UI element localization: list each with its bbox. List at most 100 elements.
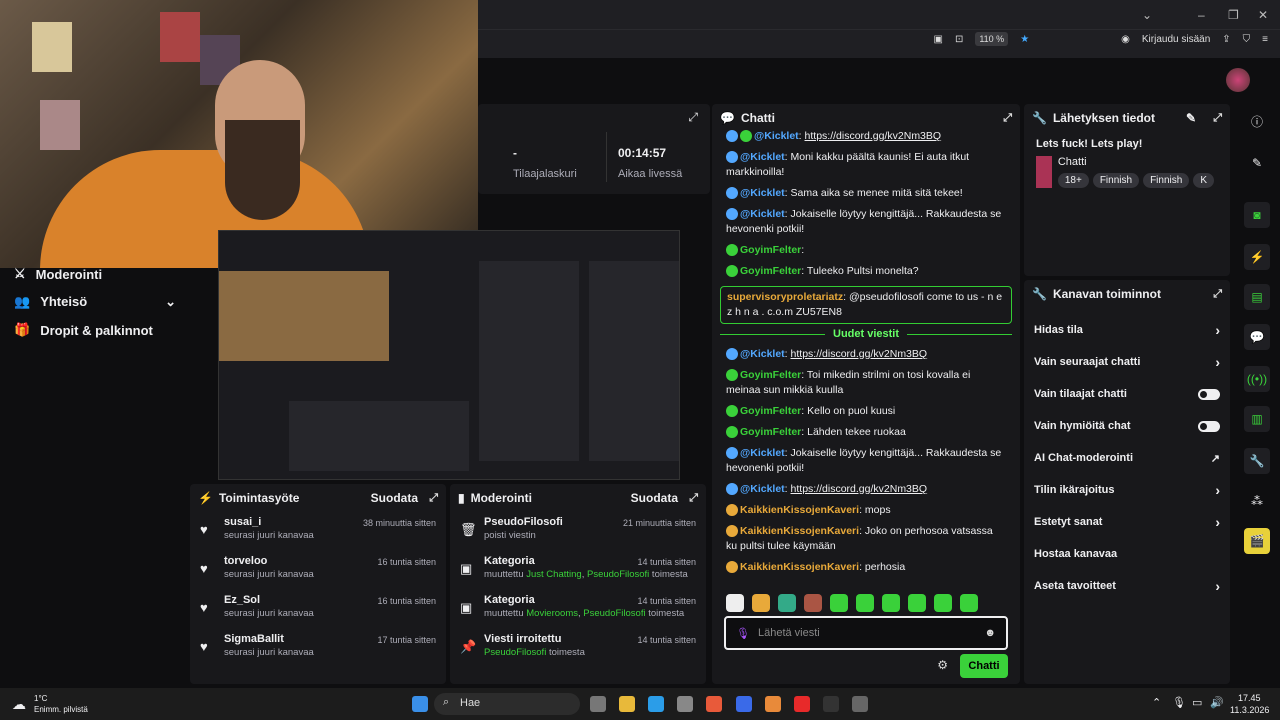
windows-start-icon[interactable] (412, 696, 428, 712)
expand-icon[interactable]: ⤢ (1213, 288, 1222, 301)
activity-row[interactable]: ♥ SigmaBallit seurasi juuri kanavaa 17 tunt… (190, 629, 446, 668)
tag[interactable]: Finnish (1092, 173, 1140, 188)
activity-row[interactable]: ♥ susai_i seurasi juuri kanavaa 38 minuutti… (190, 512, 446, 551)
channel-action-row[interactable]: Aseta tavoitteet › (1024, 570, 1230, 602)
filter-button[interactable]: Suodata (631, 491, 678, 505)
chat-username[interactable]: @Kicklet (740, 447, 785, 459)
edit-icon[interactable]: ✎ (1186, 111, 1196, 125)
chat-username[interactable]: GoyimFelter (740, 369, 801, 381)
activity-row[interactable]: ♥ Ez_Sol seurasi juuri kanavaa 16 tuntia si… (190, 590, 446, 629)
emote-icon[interactable] (726, 594, 744, 612)
task-view-icon[interactable] (590, 696, 606, 712)
moderation-row[interactable]: ▣ Kategoria muuttettu Just Chatting, Pseud… (450, 551, 706, 590)
stream-preview[interactable] (218, 230, 680, 480)
login-button[interactable]: Kirjaudu sisään (1142, 34, 1210, 45)
nav-community[interactable]: 👥 Yhteisö ⌄ (0, 288, 190, 316)
chat-username[interactable]: @Kicklet (740, 483, 785, 495)
edit-icon[interactable]: ✎ (1244, 150, 1270, 176)
chat-bubble-icon[interactable]: 💬 (1244, 324, 1270, 350)
chat-username[interactable]: GoyimFelter (740, 405, 801, 417)
clapperboard-icon[interactable]: 🎬 (1244, 528, 1270, 554)
emote-icon[interactable] (882, 594, 900, 612)
discord-link[interactable]: https://discord.gg/kv2Nm3BQ (791, 348, 928, 360)
apps-icon[interactable]: ⁂ (1244, 488, 1270, 514)
emote-icon[interactable] (934, 594, 952, 612)
chat-username[interactable]: @Kicklet (740, 348, 785, 360)
save-icon[interactable]: ⊡ (955, 34, 963, 45)
maximize-icon[interactable]: ❐ (1228, 8, 1239, 22)
expand-icon[interactable]: ⤢ (1003, 112, 1012, 125)
moderation-row[interactable]: ▣ Kategoria muuttettu Movierooms, PseudoFi… (450, 590, 706, 629)
activity-row[interactable]: ♥ torveloo seurasi juuri kanavaa 16 tuntia … (190, 551, 446, 590)
chat-username[interactable]: KaikkienKissojenKaveri (740, 504, 859, 516)
picture-in-picture-icon[interactable]: ▣ (933, 34, 942, 45)
account-icon[interactable]: ◉ (1121, 34, 1130, 45)
chat-username[interactable]: @Kicklet (740, 187, 785, 199)
store-icon[interactable] (677, 696, 693, 712)
weather-desc[interactable]: Enimm. pilvistä (34, 705, 88, 714)
server-icon[interactable]: ▥ (1244, 406, 1270, 432)
emoji-icon[interactable]: ☻ (984, 627, 996, 639)
gear-icon[interactable]: ⚙ (937, 658, 948, 672)
minimize-icon[interactable]: – (1198, 8, 1205, 22)
emote-icon[interactable] (804, 594, 822, 612)
channel-action-row[interactable]: AI Chat-moderointi ↗ (1024, 442, 1230, 474)
expand-icon[interactable]: ⤢ (1213, 112, 1222, 125)
channel-action-row[interactable]: Hostaa kanavaa (1024, 538, 1230, 570)
zoom-level[interactable]: 110 % (975, 32, 1009, 46)
terminal-icon[interactable] (823, 696, 839, 712)
emote-icon[interactable] (830, 594, 848, 612)
chat-username[interactable]: @Kicklet (740, 208, 785, 220)
channel-action-row[interactable]: Vain tilaajat chatti (1024, 378, 1230, 410)
avatar[interactable] (1226, 68, 1250, 92)
tag[interactable]: Finnish (1143, 173, 1190, 188)
microphone-icon[interactable]: 🎙 (1172, 696, 1186, 709)
taskbar-search[interactable]: ⌕ Hae (434, 693, 580, 715)
microphone-icon[interactable]: 🎙 (736, 627, 750, 640)
user-link[interactable]: PseudoFilosofi (484, 647, 546, 658)
extensions-icon[interactable]: ⇪ (1222, 34, 1230, 45)
opera-icon[interactable] (794, 696, 810, 712)
filter-button[interactable]: Suodata (371, 491, 418, 505)
volume-icon[interactable]: 🔊 (1210, 696, 1224, 709)
wrench-icon[interactable]: 🔧 (1244, 448, 1270, 474)
emote-icon[interactable] (752, 594, 770, 612)
chat-username[interactable]: GoyimFelter (740, 426, 801, 438)
file-explorer-icon[interactable] (619, 696, 635, 712)
lightning-icon[interactable]: ⚡ (1244, 244, 1270, 270)
emote-icon[interactable] (778, 594, 796, 612)
chat-username[interactable]: GoyimFelter (740, 265, 801, 277)
close-icon[interactable]: ✕ (1258, 8, 1268, 22)
channel-action-row[interactable]: Vain hymiöitä chat (1024, 410, 1230, 442)
channel-action-row[interactable]: Estetyt sanat › (1024, 506, 1230, 538)
chat-username[interactable]: @Kicklet (740, 151, 785, 163)
emote-icon[interactable] (960, 594, 978, 612)
expand-icon[interactable]: ⤢ (429, 492, 438, 505)
network-icon[interactable]: ▭ (1192, 696, 1202, 709)
tag[interactable]: K (1193, 173, 1214, 188)
moderation-row[interactable]: 🗑 PseudoFilosofi poisti viestin 21 minuutti… (450, 512, 706, 551)
send-button[interactable]: Chatti (960, 654, 1008, 678)
chat-input[interactable]: 🎙 Lähetä viesti ☻ (724, 616, 1008, 650)
menu-icon[interactable]: ≡ (1262, 34, 1268, 45)
discord-link[interactable]: https://discord.gg/kv2Nm3BQ (791, 483, 928, 495)
moderation-row[interactable]: 📌 Viesti irroitettu PseudoFilosofi toimest… (450, 629, 706, 668)
emote-icon[interactable] (856, 594, 874, 612)
chat-username[interactable]: KaikkienKissojenKaveri (740, 525, 859, 537)
nav-drops[interactable]: 🎁 Dropit & palkinnot (0, 316, 190, 344)
edge-icon[interactable] (648, 696, 664, 712)
channel-action-row[interactable]: Vain seuraajat chatti › (1024, 346, 1230, 378)
firefox-icon[interactable] (706, 696, 722, 712)
user-link[interactable]: PseudoFilosofi (587, 569, 649, 580)
toggle-switch[interactable] (1198, 420, 1220, 432)
info-icon[interactable]: ⓘ (1244, 108, 1270, 134)
channel-action-row[interactable]: Tilin ikärajoitus › (1024, 474, 1230, 506)
expand-icon[interactable]: ⤢ (688, 110, 698, 125)
clock-time[interactable]: 17.45 (1238, 693, 1261, 703)
expand-icon[interactable]: ⤢ (689, 492, 698, 505)
shield-icon[interactable]: ⛉ (1243, 34, 1251, 45)
camera-icon[interactable]: ◙ (1244, 202, 1270, 228)
clipboard-icon[interactable]: ▤ (1244, 284, 1270, 310)
broadcast-icon[interactable]: ((•)) (1244, 366, 1270, 392)
toggle-switch[interactable] (1198, 388, 1220, 400)
